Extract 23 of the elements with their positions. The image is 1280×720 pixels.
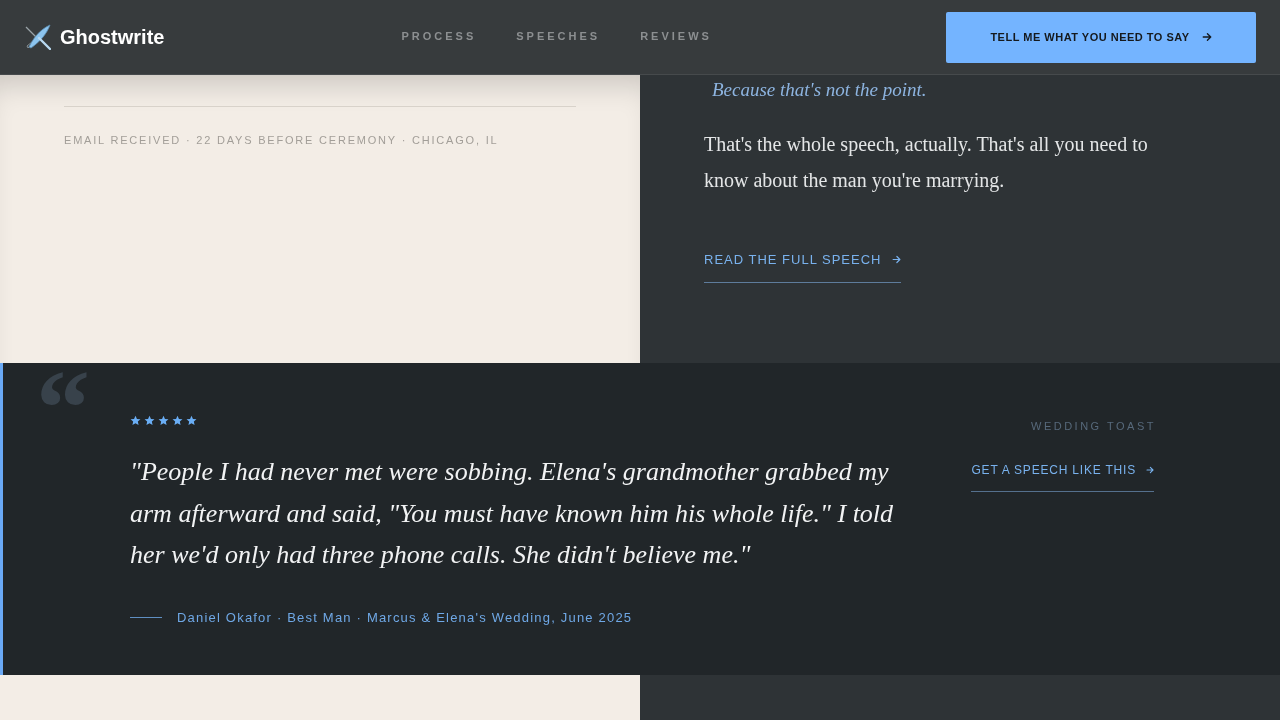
quote-mark: “ (36, 368, 90, 406)
email-meta: EMAIL RECEIVED · 22 DAYS BEFORE CEREMONY · CHICAGO, IL (64, 133, 500, 147)
testimonial-quote: "People I had never met were sobbing. Elena's grandmother grabbed my arm afterward and said, "You must have known him his whole life." I told her we'd only had three phone calls. She didn't believe me." (130, 456, 895, 571)
star-icon (158, 414, 169, 426)
testimonial-attribution: Daniel Okafor · Best Man · Marcus & Elena's Wedding, June 2025 (177, 609, 633, 625)
speech-paragraph: That's the whole speech, actually. That's all you need to know about the man you're marrying. (704, 132, 1149, 194)
pull-quote: Because that's not the point. (712, 78, 928, 102)
get-speech-link[interactable]: GET A SPEECH LIKE THIS (971, 463, 1154, 492)
star-icon (144, 414, 155, 426)
star-icon (172, 414, 183, 426)
nav-link[interactable]: REVIEWS (640, 30, 712, 42)
arrow-right-icon (891, 255, 901, 264)
star-icon (186, 414, 197, 426)
category-label: WEDDING TOAST (1031, 420, 1156, 433)
brand-name: Ghostwrite (60, 27, 165, 47)
quill-icon (25, 24, 51, 50)
read-speech-link[interactable]: READ THE FULL SPEECH (704, 252, 901, 283)
star-icon (130, 414, 141, 426)
nav-link[interactable]: SPEECHES (516, 30, 601, 42)
cta-button[interactable]: TELL ME WHAT YOU NEED TO SAY (946, 11, 1256, 63)
arrow-right-icon (1201, 32, 1212, 42)
nav-link[interactable]: PROCESS (401, 30, 477, 42)
arrow-right-icon (1146, 466, 1154, 474)
